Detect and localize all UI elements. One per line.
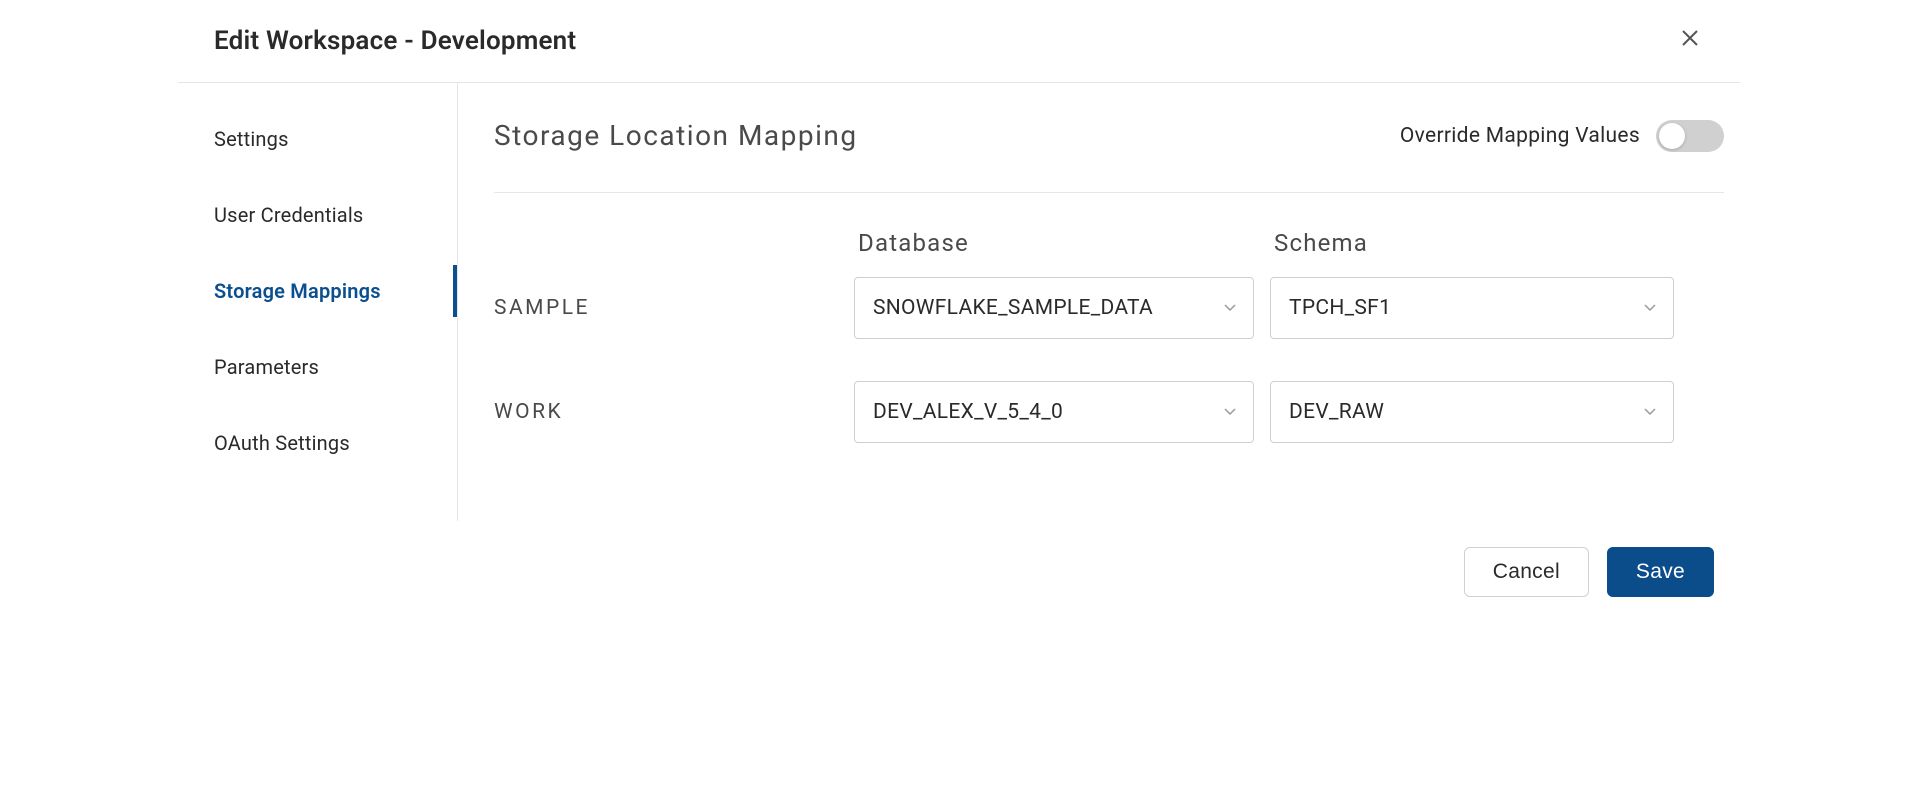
modal-title: Edit Workspace - Development [214, 26, 576, 56]
sidebar-item-oauth-settings[interactable]: OAuth Settings [178, 405, 457, 481]
database-select-sample[interactable]: SNOWFLAKE_SAMPLE_DATA [854, 277, 1254, 339]
schema-select-wrap: DEV_RAW [1270, 381, 1674, 443]
sidebar-item-user-credentials[interactable]: User Credentials [178, 177, 457, 253]
schema-select-work[interactable]: DEV_RAW [1270, 381, 1674, 443]
sidebar-item-label: Storage Mappings [214, 279, 381, 303]
database-select-wrap: SNOWFLAKE_SAMPLE_DATA [854, 277, 1254, 339]
sidebar-item-parameters[interactable]: Parameters [178, 329, 457, 405]
mapping-table: Database Schema SAMPLE SNOWFLAKE_SAMPLE_… [494, 229, 1724, 443]
sidebar-item-storage-mappings[interactable]: Storage Mappings [178, 253, 457, 329]
select-value: DEV_ALEX_V_5_4_0 [873, 400, 1063, 424]
select-value: DEV_RAW [1289, 400, 1384, 424]
chevron-down-icon [1223, 400, 1237, 424]
column-header-database: Database [854, 229, 1254, 257]
edit-workspace-modal: Edit Workspace - Development Settings Us… [178, 0, 1740, 627]
select-value: SNOWFLAKE_SAMPLE_DATA [873, 296, 1153, 320]
close-button[interactable] [1676, 27, 1704, 55]
sidebar-item-label: OAuth Settings [214, 431, 350, 455]
table-row: WORK DEV_ALEX_V_5_4_0 DEV_RAW [494, 381, 1724, 443]
schema-select-sample[interactable]: TPCH_SF1 [1270, 277, 1674, 339]
sidebar-item-label: Parameters [214, 355, 319, 379]
content-header: Storage Location Mapping Override Mappin… [494, 119, 1724, 193]
override-toggle[interactable] [1656, 120, 1724, 152]
col-spacer [494, 229, 854, 257]
cancel-button[interactable]: Cancel [1464, 547, 1589, 597]
modal-body: Settings User Credentials Storage Mappin… [178, 83, 1740, 521]
content-panel: Storage Location Mapping Override Mappin… [458, 83, 1740, 521]
table-row: SAMPLE SNOWFLAKE_SAMPLE_DATA TPCH_SF1 [494, 277, 1724, 339]
column-header-schema: Schema [1254, 229, 1672, 257]
close-icon [1680, 27, 1700, 55]
schema-select-wrap: TPCH_SF1 [1270, 277, 1674, 339]
database-select-work[interactable]: DEV_ALEX_V_5_4_0 [854, 381, 1254, 443]
sidebar-item-label: Settings [214, 127, 289, 151]
override-section: Override Mapping Values [1400, 120, 1724, 152]
table-header: Database Schema [494, 229, 1724, 257]
sidebar: Settings User Credentials Storage Mappin… [178, 83, 458, 521]
sidebar-item-settings[interactable]: Settings [178, 101, 457, 177]
modal-header: Edit Workspace - Development [178, 0, 1740, 83]
chevron-down-icon [1643, 296, 1657, 320]
sidebar-item-label: User Credentials [214, 203, 363, 227]
modal-footer: Cancel Save [178, 521, 1740, 627]
override-label: Override Mapping Values [1400, 124, 1640, 148]
database-select-wrap: DEV_ALEX_V_5_4_0 [854, 381, 1254, 443]
chevron-down-icon [1643, 400, 1657, 424]
select-value: TPCH_SF1 [1289, 296, 1391, 320]
chevron-down-icon [1223, 296, 1237, 320]
content-title: Storage Location Mapping [494, 119, 858, 152]
toggle-knob [1659, 123, 1685, 149]
save-button[interactable]: Save [1607, 547, 1714, 597]
row-label-work: WORK [494, 400, 854, 424]
row-label-sample: SAMPLE [494, 296, 854, 320]
